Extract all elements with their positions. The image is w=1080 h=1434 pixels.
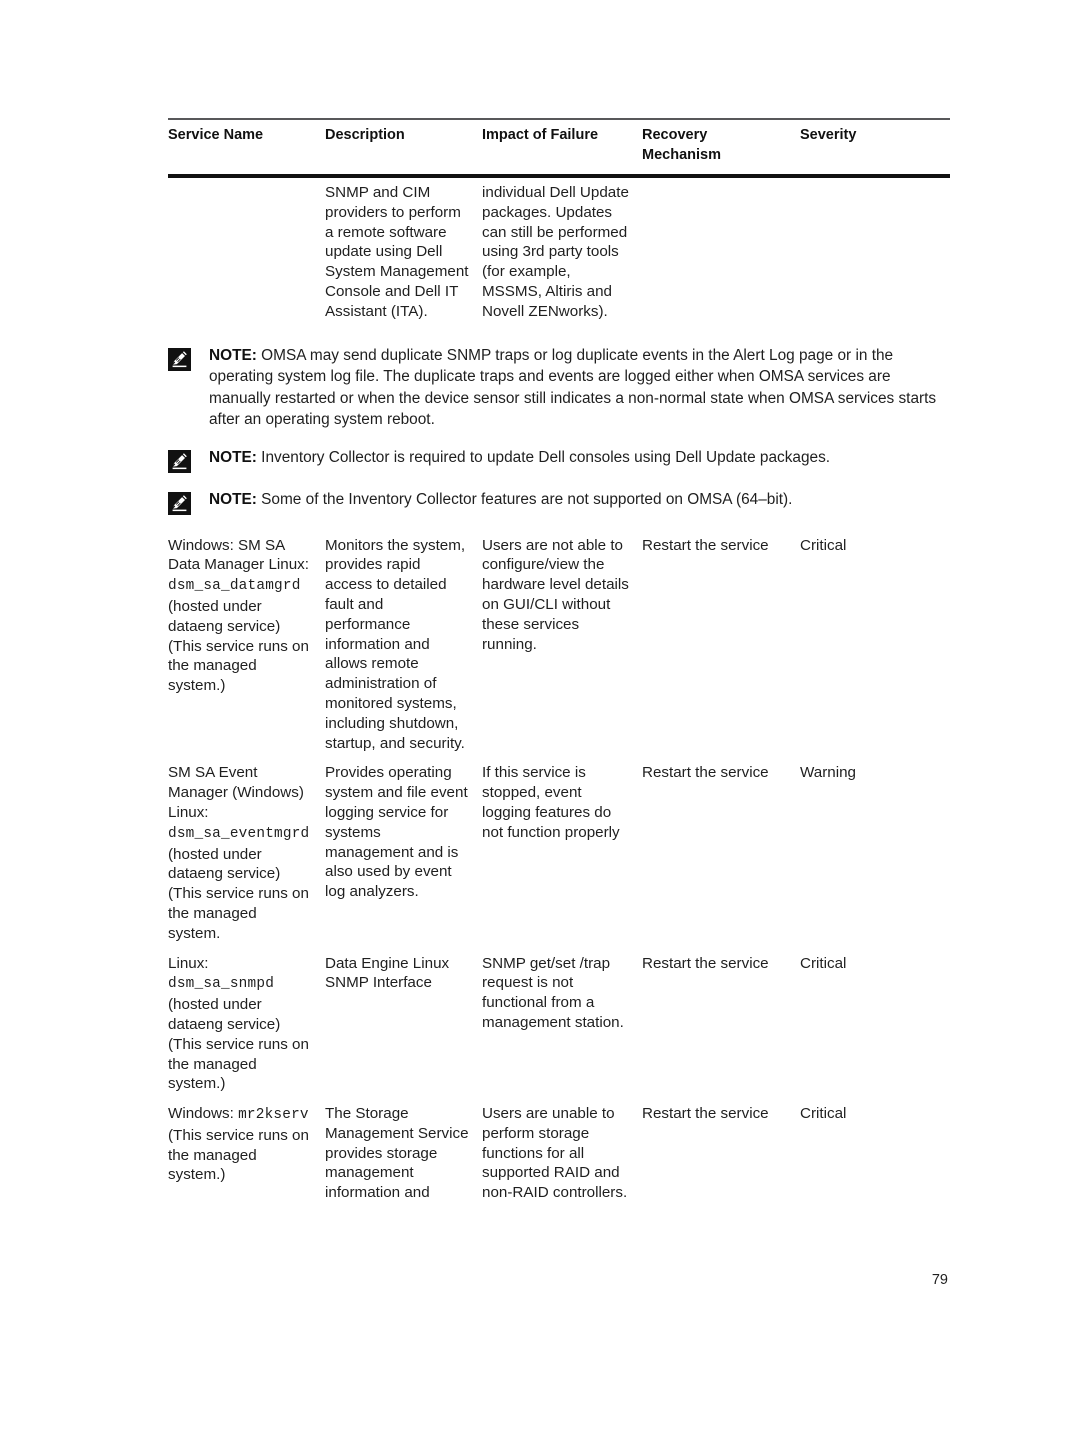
cell-impact-of-failure: Users are not able to configure/view the… xyxy=(482,536,629,653)
service-name-code: dsm_sa_eventmgrd xyxy=(168,825,310,842)
note-pencil-icon xyxy=(168,347,191,371)
cell-severity: Warning xyxy=(800,764,856,782)
note-label: NOTE: xyxy=(209,448,257,466)
service-name-code: dsm_sa_snmpd xyxy=(168,976,275,993)
service-name-prefix: SM SA Event Manager (Windows) Linux: xyxy=(168,764,304,821)
table-header: Service Name Description Impact of Failu… xyxy=(168,120,950,174)
page-number: 79 xyxy=(931,1272,948,1288)
notes-block: NOTE: OMSA may send duplicate SNMP traps… xyxy=(168,345,950,515)
cell-recovery-mechanism: Restart the service xyxy=(642,536,769,554)
note-text: NOTE: Some of the Inventory Collector fe… xyxy=(209,489,950,511)
note-pencil-icon xyxy=(168,491,191,515)
service-name-suffix: (hosted under dataeng service) (This ser… xyxy=(168,597,309,695)
services-table-body-top: SNMP and CIM providers to perform a remo… xyxy=(168,178,950,327)
column-header-impact-of-failure: Impact of Failure xyxy=(482,127,599,143)
cell-recovery-mechanism: Restart the service xyxy=(642,1105,769,1123)
cell-impact-of-failure: individual Dell Update packages. Updates… xyxy=(482,184,629,320)
column-header-description: Description xyxy=(325,127,405,143)
table-row: Windows: mr2kserv (This service runs on … xyxy=(168,1099,950,1208)
service-name-suffix: (hosted under dataeng service) (This ser… xyxy=(168,845,309,942)
column-header-severity: Severity xyxy=(800,127,857,143)
table-header-row: Service Name Description Impact of Failu… xyxy=(168,120,950,174)
note-body-text: Inventory Collector is required to updat… xyxy=(256,448,831,466)
service-name-code: mr2kserv xyxy=(238,1107,309,1124)
note-item: NOTE: OMSA may send duplicate SNMP traps… xyxy=(168,345,950,431)
table-row: SNMP and CIM providers to perform a remo… xyxy=(168,178,950,327)
table-row: Windows: SM SA Data Manager Linux: dsm_s… xyxy=(168,531,950,759)
note-pencil-icon xyxy=(168,449,191,473)
cell-recovery-mechanism: Restart the service xyxy=(642,764,769,782)
note-label: NOTE: xyxy=(209,346,257,364)
table-row: Linux: dsm_sa_snmpd (hosted under dataen… xyxy=(168,949,950,1100)
note-body-text: Some of the Inventory Collector features… xyxy=(256,490,793,508)
service-name-prefix: Linux: xyxy=(168,954,209,972)
table-body-continued: SNMP and CIM providers to perform a remo… xyxy=(168,178,950,327)
cell-severity: Critical xyxy=(800,1105,847,1123)
cell-description: SNMP and CIM providers to perform a remo… xyxy=(325,184,469,320)
cell-severity xyxy=(800,178,950,327)
cell-severity: Critical xyxy=(800,954,847,972)
cell-severity: Critical xyxy=(800,536,847,554)
cell-description: Provides operating system and file event… xyxy=(325,764,468,901)
cell-recovery-mechanism: Restart the service xyxy=(642,954,769,972)
cell-service-name: Linux: dsm_sa_snmpd (hosted under dataen… xyxy=(168,949,325,1100)
page-content: Service Name Description Impact of Failu… xyxy=(168,118,950,1208)
table-body: Windows: SM SA Data Manager Linux: dsm_s… xyxy=(168,531,950,1209)
cell-recovery-mechanism xyxy=(642,178,800,327)
note-text: NOTE: Inventory Collector is required to… xyxy=(209,447,950,469)
service-name-prefix: Windows: xyxy=(168,1105,239,1123)
cell-impact-of-failure: If this service is stopped, event loggin… xyxy=(482,764,620,841)
cell-description: Monitors the system, provides rapid acce… xyxy=(325,536,466,752)
cell-description: Data Engine Linux SNMP Interface xyxy=(325,954,450,992)
note-body-text: OMSA may send duplicate SNMP traps or lo… xyxy=(209,346,937,429)
services-table-body: Windows: SM SA Data Manager Linux: dsm_s… xyxy=(168,531,950,1209)
cell-service-name: SM SA Event Manager (Windows) Linux: dsm… xyxy=(168,758,325,948)
note-label: NOTE: xyxy=(209,490,257,508)
service-name-suffix: (This service runs on the managed system… xyxy=(168,1126,309,1184)
document-page: Service Name Description Impact of Failu… xyxy=(0,0,1080,1434)
note-item: NOTE: Inventory Collector is required to… xyxy=(168,447,950,473)
column-header-service-name: Service Name xyxy=(168,127,264,143)
cell-description: The Storage Management Service provides … xyxy=(325,1105,469,1202)
cell-impact-of-failure: Users are unable to perform storage func… xyxy=(482,1105,628,1202)
service-name-code: dsm_sa_datamgrd xyxy=(168,578,301,595)
service-name-suffix: (hosted under dataeng service) (This ser… xyxy=(168,996,309,1093)
service-name-prefix: Windows: SM SA Data Manager Linux: xyxy=(168,536,309,574)
services-table: Service Name Description Impact of Failu… xyxy=(168,120,950,174)
cell-service-name xyxy=(168,178,325,327)
cell-service-name: Windows: mr2kserv (This service runs on … xyxy=(168,1099,325,1208)
table-row: SM SA Event Manager (Windows) Linux: dsm… xyxy=(168,758,950,948)
note-item: NOTE: Some of the Inventory Collector fe… xyxy=(168,489,950,515)
note-text: NOTE: OMSA may send duplicate SNMP traps… xyxy=(209,345,950,431)
column-header-recovery-mechanism: Recovery Mechanism xyxy=(642,127,721,163)
cell-impact-of-failure: SNMP get/set /trap request is not functi… xyxy=(482,954,624,1031)
cell-service-name: Windows: SM SA Data Manager Linux: dsm_s… xyxy=(168,531,325,759)
